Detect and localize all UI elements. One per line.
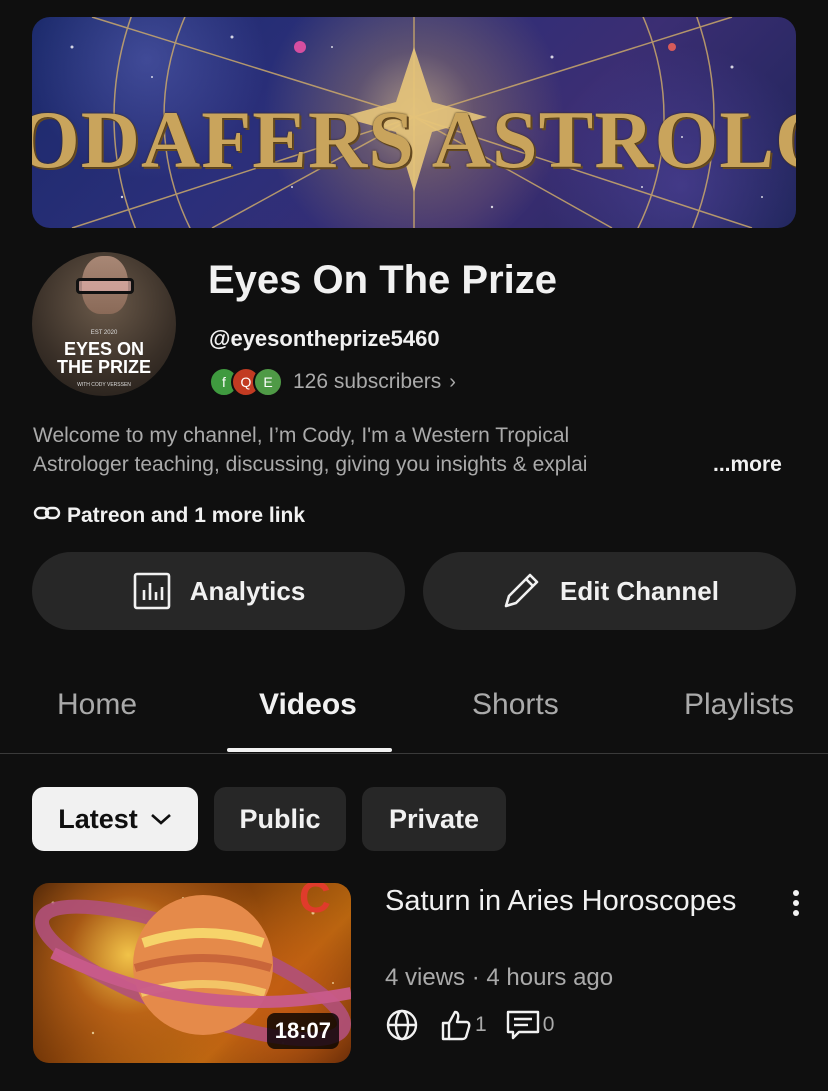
kebab-dot [793, 900, 799, 906]
subscriber-count: 126 subscribers [293, 370, 442, 393]
channel-avatar[interactable]: EST 2020 EYES ON THE PRIZE WITH CODY VER… [32, 252, 176, 396]
tab-videos[interactable]: Videos [259, 688, 357, 722]
links-label: Patreon and 1 more link [67, 503, 306, 527]
more-vertical-icon[interactable] [784, 886, 808, 920]
tab-home[interactable]: Home [57, 688, 137, 722]
avatar-with: WITH CODY VERSSEN [77, 382, 131, 388]
globe-icon [385, 1008, 419, 1042]
comment-count: 0 [542, 1013, 555, 1036]
avatar-glasses [76, 278, 134, 294]
subscribers-row[interactable]: f Q E 126 subscribers › [209, 366, 456, 398]
description-line1: Welcome to my channel, I’m Cody, I'm a W… [33, 424, 570, 447]
video-stats: 1 0 [385, 1008, 572, 1042]
video-thumbnail[interactable]: C 18:07 [33, 883, 351, 1063]
video-title[interactable]: Saturn in Aries Horoscopes [385, 882, 765, 920]
avatar-name: EYES ON THE PRIZE [32, 340, 176, 376]
video-meta: 4 views · 4 hours ago [385, 964, 614, 991]
description-more-link[interactable]: ...more [709, 450, 782, 479]
thumbnail-badge: C [299, 883, 331, 922]
edit-channel-button[interactable]: Edit Channel [423, 552, 796, 630]
channel-description[interactable]: Welcome to my channel, I’m Cody, I'm a W… [33, 421, 793, 479]
banner-title: ODAFERS ASTROLOG [32, 94, 796, 185]
avatar-est: EST 2020 [90, 330, 118, 336]
chevron-down-icon [150, 812, 172, 826]
channel-banner[interactable]: ODAFERS ASTROLOG [32, 17, 796, 228]
filter-private-chip[interactable]: Private [362, 787, 506, 851]
avatar-line2: THE PRIZE [56, 357, 151, 377]
chevron-right-icon: › [449, 370, 456, 393]
like-count: 1 [475, 1013, 487, 1036]
link-icon [33, 503, 61, 528]
subscriber-avatar: E [253, 367, 283, 397]
thumbs-up-icon[interactable] [439, 1008, 473, 1042]
avatar-line1: EYES ON [63, 339, 145, 359]
channel-tabs: Home Videos Shorts Playlists [0, 670, 828, 754]
edit-channel-label: Edit Channel [560, 575, 719, 606]
pencil-icon [500, 570, 542, 612]
analytics-button[interactable]: Analytics [32, 552, 405, 630]
bar-chart-icon [132, 571, 172, 611]
active-tab-indicator [227, 748, 392, 752]
channel-title: Eyes On The Prize [208, 258, 558, 302]
kebab-dot [793, 910, 799, 916]
tab-playlists[interactable]: Playlists [684, 688, 794, 722]
tab-shorts[interactable]: Shorts [472, 688, 559, 722]
sort-latest-label: Latest [58, 803, 138, 834]
kebab-dot [793, 890, 799, 896]
channel-links[interactable]: Patreon and 1 more link [33, 503, 305, 528]
analytics-label: Analytics [189, 575, 306, 606]
sort-latest-dropdown[interactable]: Latest [32, 787, 198, 851]
comment-icon[interactable] [505, 1008, 541, 1042]
filter-public-chip[interactable]: Public [214, 787, 346, 851]
description-line2: Astrologer teaching, discussing, giving … [33, 453, 588, 476]
video-duration: 18:07 [266, 1013, 339, 1049]
channel-handle: @eyesontheprize5460 [209, 326, 440, 351]
subscriber-avatars: f Q E [209, 366, 285, 398]
